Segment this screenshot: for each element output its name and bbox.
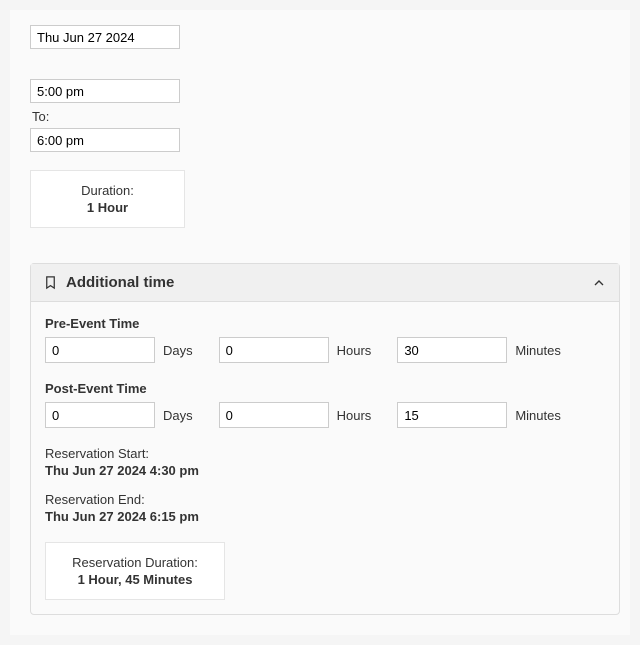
reservation-duration-value: 1 Hour, 45 Minutes	[56, 572, 214, 587]
panel-header[interactable]: Additional time	[31, 264, 619, 302]
pre-days-unit: Days	[163, 343, 193, 358]
pre-days-input[interactable]	[45, 337, 155, 363]
post-days-unit: Days	[163, 408, 193, 423]
reservation-end-value: Thu Jun 27 2024 6:15 pm	[45, 509, 605, 524]
pre-minutes-input[interactable]	[397, 337, 507, 363]
reservation-duration-box: Reservation Duration: 1 Hour, 45 Minutes	[45, 542, 225, 600]
reservation-start-value: Thu Jun 27 2024 4:30 pm	[45, 463, 605, 478]
form-container: To: Duration: 1 Hour Additional time Pre…	[10, 10, 630, 635]
pre-event-row: Days Hours Minutes	[45, 337, 605, 363]
post-minutes-unit: Minutes	[515, 408, 561, 423]
reservation-start-label: Reservation Start:	[45, 446, 605, 461]
post-event-row: Days Hours Minutes	[45, 402, 605, 428]
duration-value: 1 Hour	[39, 200, 176, 215]
chevron-up-icon[interactable]	[591, 275, 607, 291]
panel-body: Pre-Event Time Days Hours Minutes Post-E…	[31, 302, 619, 614]
reservation-end-label: Reservation End:	[45, 492, 605, 507]
pre-event-label: Pre-Event Time	[45, 316, 605, 331]
duration-box: Duration: 1 Hour	[30, 170, 185, 228]
date-input[interactable]	[30, 25, 180, 49]
panel-title: Additional time	[66, 274, 174, 291]
post-hours-input[interactable]	[219, 402, 329, 428]
start-time-input[interactable]	[30, 79, 180, 103]
duration-label: Duration:	[39, 183, 176, 198]
pre-hours-unit: Hours	[337, 343, 372, 358]
to-label: To:	[32, 109, 620, 124]
additional-time-panel: Additional time Pre-Event Time Days Hour…	[30, 263, 620, 615]
post-days-input[interactable]	[45, 402, 155, 428]
end-time-input[interactable]	[30, 128, 180, 152]
post-event-label: Post-Event Time	[45, 381, 605, 396]
bookmark-icon	[43, 275, 58, 290]
post-hours-unit: Hours	[337, 408, 372, 423]
post-minutes-input[interactable]	[397, 402, 507, 428]
reservation-duration-label: Reservation Duration:	[56, 555, 214, 570]
pre-minutes-unit: Minutes	[515, 343, 561, 358]
pre-hours-input[interactable]	[219, 337, 329, 363]
